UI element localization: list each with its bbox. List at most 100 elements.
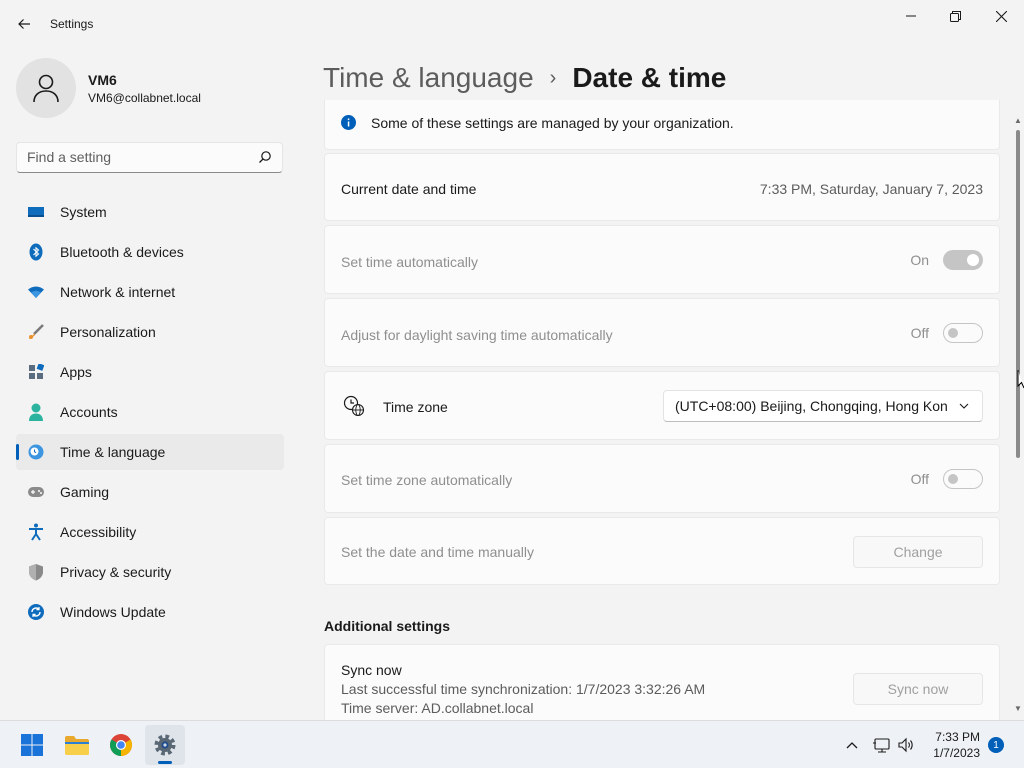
taskbar-clock[interactable]: 7:33 PM 1/7/2023 (933, 729, 980, 761)
sidebar-item-label: Apps (60, 364, 92, 380)
current-datetime-card: Current date and time 7:33 PM, Saturday,… (324, 153, 1000, 221)
sidebar-item-label: System (60, 204, 107, 220)
clock-globe-icon (343, 395, 365, 417)
daylight-saving-label: Adjust for daylight saving time automati… (341, 327, 613, 343)
manual-datetime-card: Set the date and time manually Change (324, 517, 1000, 585)
sidebar-item-label: Privacy & security (60, 564, 172, 580)
sidebar-item-label: Accounts (60, 404, 118, 420)
info-banner-text: Some of these settings are managed by yo… (371, 115, 734, 131)
mouse-cursor-icon (1017, 370, 1024, 389)
last-sync-text: Last successful time synchronization: 1/… (341, 681, 706, 697)
set-time-auto-card: Set time automatically On (324, 225, 1000, 294)
close-button[interactable] (978, 0, 1024, 32)
maximize-button[interactable] (932, 0, 978, 32)
sidebar-item-personalization[interactable]: Personalization (16, 314, 284, 350)
user-name: VM6 (88, 72, 117, 88)
time-zone-card: Time zone (UTC+08:00) Beijing, Chongqing… (324, 371, 1000, 440)
sidebar-item-windows-update[interactable]: Windows Update (16, 594, 284, 630)
info-banner: Some of these settings are managed by yo… (324, 100, 1000, 150)
sidebar-item-privacy[interactable]: Privacy & security (16, 554, 284, 590)
scrollbar[interactable]: ▲ ▼ (1012, 116, 1024, 720)
network-icon[interactable] (873, 737, 891, 753)
time-server-text: Time server: AD.collabnet.local (341, 700, 534, 716)
daylight-saving-toggle-group: Off (911, 323, 983, 343)
sidebar-item-time-language[interactable]: Time & language (16, 434, 284, 470)
daylight-saving-card: Adjust for daylight saving time automati… (324, 298, 1000, 367)
sidebar-item-apps[interactable]: Apps (16, 354, 284, 390)
current-datetime-value: 7:33 PM, Saturday, January 7, 2023 (759, 181, 983, 197)
breadcrumb-parent[interactable]: Time & language (323, 62, 534, 94)
sidebar-item-network[interactable]: Network & internet (16, 274, 284, 310)
taskbar-time: 7:33 PM (935, 730, 980, 744)
set-tz-auto-card: Set time zone automatically Off (324, 444, 1000, 513)
minimize-button[interactable] (888, 0, 934, 32)
volume-icon[interactable] (897, 737, 915, 753)
update-icon (26, 602, 46, 622)
shield-icon (26, 562, 46, 582)
app-title: Settings (50, 17, 94, 31)
set-time-auto-toggle-group: On (910, 250, 983, 270)
avatar[interactable] (16, 58, 76, 118)
scrollbar-thumb[interactable] (1016, 130, 1020, 458)
toggle-state-label: On (910, 252, 929, 268)
toggle-state-label: Off (910, 471, 929, 487)
sidebar-item-bluetooth[interactable]: Bluetooth & devices (16, 234, 284, 270)
system-tray (845, 721, 915, 768)
chevron-down-icon (959, 403, 969, 409)
sidebar-item-label: Bluetooth & devices (60, 244, 184, 260)
sidebar-item-accounts[interactable]: Accounts (16, 394, 284, 430)
notification-badge[interactable]: 1 (988, 737, 1004, 753)
set-time-auto-label: Set time automatically (341, 254, 478, 270)
page-title: Date & time (572, 62, 727, 93)
taskbar-date: 1/7/2023 (933, 746, 980, 760)
taskbar-file-explorer[interactable] (57, 725, 97, 765)
bluetooth-icon (26, 242, 46, 262)
time-zone-value: (UTC+08:00) Beijing, Chongqing, Hong Kon… (675, 398, 947, 414)
sidebar-item-label: Network & internet (60, 284, 176, 300)
sidebar-item-gaming[interactable]: Gaming (16, 474, 284, 510)
taskbar-settings[interactable] (145, 725, 185, 765)
start-button[interactable] (12, 725, 52, 765)
taskbar-chrome[interactable] (101, 725, 141, 765)
sidebar-item-label: Time & language (60, 444, 166, 460)
gear-icon (154, 734, 176, 756)
set-tz-auto-toggle[interactable] (943, 469, 983, 489)
chrome-icon (110, 734, 132, 756)
sync-title: Sync now (341, 662, 402, 678)
search-input[interactable] (27, 149, 247, 165)
system-icon (26, 202, 46, 222)
wifi-icon (26, 282, 46, 302)
sidebar-item-label: Windows Update (60, 604, 166, 620)
time-zone-label: Time zone (383, 399, 448, 415)
sidebar-item-label: Personalization (60, 324, 156, 340)
set-tz-auto-label: Set time zone automatically (341, 472, 513, 488)
info-icon (341, 115, 356, 130)
sidebar-item-label: Gaming (60, 484, 110, 500)
current-datetime-label: Current date and time (341, 181, 477, 197)
search-icon[interactable] (258, 150, 272, 164)
back-button[interactable] (10, 10, 38, 38)
search-box[interactable] (16, 142, 283, 173)
sidebar-item-system[interactable]: System (16, 194, 284, 230)
accessibility-icon (26, 522, 46, 542)
time-zone-dropdown[interactable]: (UTC+08:00) Beijing, Chongqing, Hong Kon… (663, 390, 983, 422)
settings-content: Some of these settings are managed by yo… (324, 100, 1000, 720)
chevron-up-icon[interactable] (845, 738, 859, 752)
scroll-down-icon[interactable]: ▼ (1014, 704, 1022, 713)
change-button[interactable]: Change (853, 536, 983, 568)
set-time-auto-toggle[interactable] (943, 250, 983, 270)
minimize-icon (906, 15, 916, 17)
toggle-state-label: Off (910, 325, 929, 341)
sidebar-item-label: Accessibility (60, 524, 137, 540)
folder-icon (65, 736, 89, 755)
person-icon (33, 74, 59, 103)
close-icon (995, 10, 1007, 22)
scroll-up-icon[interactable]: ▲ (1014, 116, 1022, 125)
sync-now-button[interactable]: Sync now (853, 673, 983, 705)
gamepad-icon (26, 482, 46, 502)
manual-datetime-label: Set the date and time manually (341, 544, 535, 560)
daylight-saving-toggle[interactable] (943, 323, 983, 343)
sidebar-item-accessibility[interactable]: Accessibility (16, 514, 284, 550)
additional-settings-title: Additional settings (324, 618, 450, 634)
taskbar: 7:33 PM 1/7/2023 1 (0, 720, 1024, 768)
